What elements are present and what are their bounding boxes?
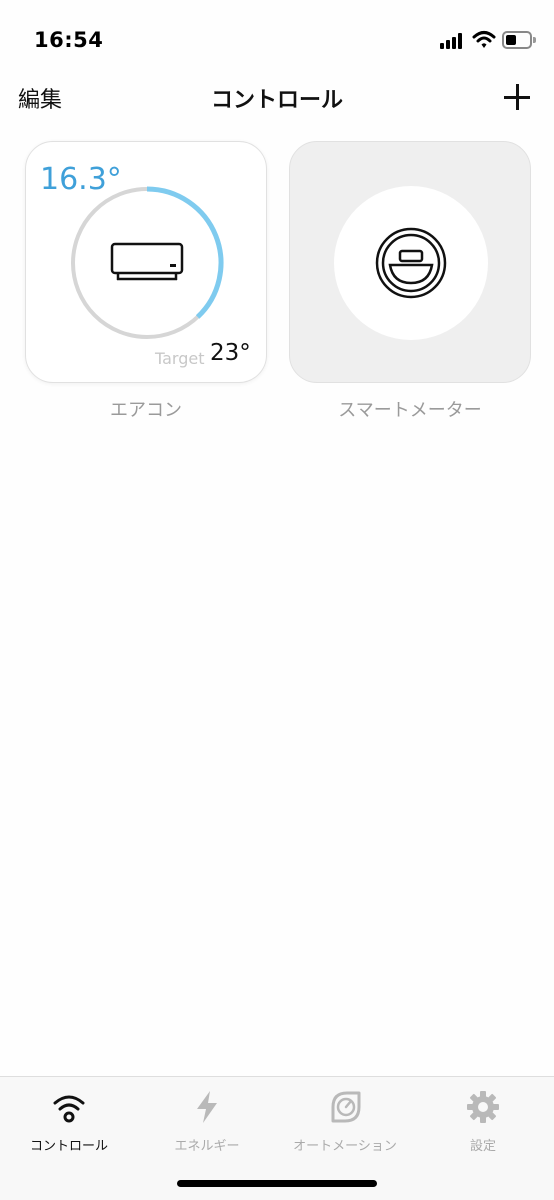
cellular-signal-icon <box>440 33 464 49</box>
smart-meter-tile[interactable] <box>289 141 531 383</box>
tab-energy[interactable]: エネルギー <box>138 1089 276 1159</box>
tab-label: エネルギー <box>174 1139 240 1154</box>
temperature-gauge <box>71 186 224 339</box>
lightning-icon <box>197 1091 217 1123</box>
gauge-icon <box>331 1091 361 1123</box>
navigation-bar: 編集 コントロール <box>0 80 554 120</box>
tab-settings[interactable]: 設定 <box>414 1089 552 1159</box>
tab-control[interactable]: コントロール <box>0 1089 138 1159</box>
tab-label: オートメーション <box>293 1139 397 1154</box>
smart-meter-icon <box>375 227 447 299</box>
tab-label: コントロール <box>29 1139 108 1154</box>
air-conditioner-icon <box>110 242 184 281</box>
plus-icon[interactable] <box>500 80 536 116</box>
tab-automation[interactable]: オートメーション <box>276 1089 414 1159</box>
air-conditioner-tile[interactable]: 16.3° Target 23° <box>25 141 267 383</box>
smart-meter-label: スマートメーター <box>338 400 482 421</box>
battery-icon <box>502 31 536 49</box>
wifi-control-icon <box>53 1095 85 1123</box>
target-temperature: 23° <box>210 340 251 366</box>
gear-icon <box>467 1091 499 1123</box>
page-title: コントロール <box>210 88 343 113</box>
meter-icon-background <box>334 186 488 340</box>
target-label: Target <box>155 349 205 368</box>
home-indicator <box>177 1180 377 1187</box>
status-bar: 16:54 <box>0 0 554 80</box>
tab-label: 設定 <box>469 1139 496 1154</box>
status-time: 16:54 <box>34 28 104 52</box>
wifi-icon <box>472 31 496 48</box>
air-conditioner-label: エアコン <box>110 400 182 421</box>
